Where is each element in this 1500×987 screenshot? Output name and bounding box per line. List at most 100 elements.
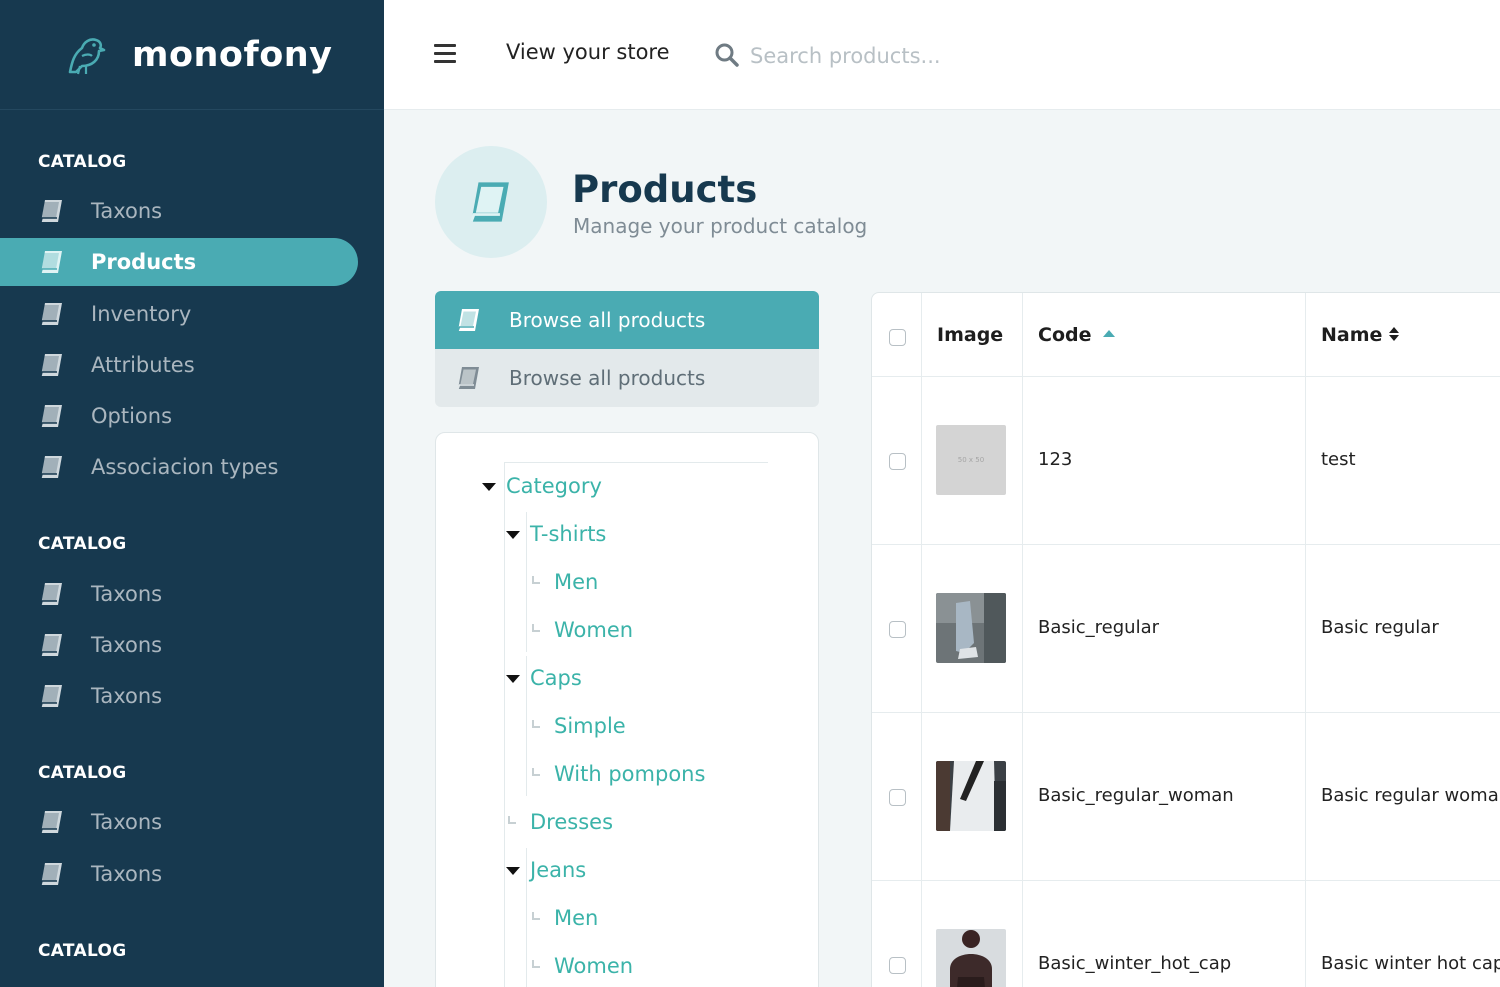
sidebar-section-title: CATALOG	[38, 941, 127, 961]
column-divider	[921, 293, 922, 987]
view-store-link[interactable]: View your store	[506, 40, 670, 64]
sidebar-item-label: Products	[91, 250, 197, 274]
column-divider	[1022, 293, 1023, 987]
sidebar-item-taxons[interactable]: Taxons	[0, 672, 358, 720]
browse-all-products-button[interactable]: Browse all products	[435, 349, 819, 407]
sidebar-item-label: Taxons	[91, 199, 163, 223]
sidebar-item-label: Options	[91, 404, 173, 428]
book-icon	[40, 863, 62, 886]
sidebar: monofony CATALOG Taxons Products Invento…	[0, 0, 384, 987]
column-header-name[interactable]: Name	[1321, 324, 1400, 346]
book-icon	[457, 309, 479, 332]
brand[interactable]: monofony	[0, 0, 384, 110]
product-image	[936, 929, 1006, 987]
row-divider	[872, 712, 1500, 713]
product-name: Basic regular woman	[1321, 785, 1500, 806]
search-input[interactable]	[750, 36, 1050, 76]
sidebar-item-label: Taxons	[91, 582, 163, 606]
book-icon	[40, 251, 62, 274]
caret-down-icon[interactable]	[506, 867, 520, 875]
tree-elbow-icon	[532, 576, 540, 584]
select-all-checkbox[interactable]	[889, 329, 906, 346]
column-divider	[1305, 293, 1306, 987]
tree-guide-line	[526, 656, 527, 796]
row-checkbox[interactable]	[889, 789, 906, 806]
caret-down-icon[interactable]	[506, 675, 520, 683]
tree-node-men[interactable]: Men	[554, 570, 598, 594]
sidebar-item-label: Associacion types	[91, 455, 279, 479]
sidebar-item-label: Taxons	[91, 810, 163, 834]
tree-node-simple[interactable]: Simple	[554, 714, 626, 738]
book-icon	[40, 456, 62, 479]
placeholder-label: 50 x 50	[957, 456, 985, 464]
taxon-tree	[435, 432, 819, 987]
column-header-image: Image	[937, 324, 1004, 346]
book-icon	[470, 182, 509, 223]
sidebar-item-taxons[interactable]: Taxons	[0, 798, 358, 846]
hamburger-menu-icon[interactable]	[434, 44, 456, 64]
book-icon	[40, 200, 62, 223]
tree-node-category[interactable]: Category	[506, 474, 602, 498]
book-icon	[40, 634, 62, 657]
tree-node-dresses[interactable]: Dresses	[530, 810, 613, 834]
row-checkbox[interactable]	[889, 453, 906, 470]
product-name: test	[1321, 449, 1356, 470]
sidebar-item-label: Inventory	[91, 302, 192, 326]
book-icon	[40, 685, 62, 708]
product-image-placeholder: 50 x 50	[936, 425, 1006, 495]
tree-node-jeans[interactable]: Jeans	[530, 858, 586, 882]
tree-elbow-icon	[508, 816, 516, 824]
product-code: Basic_regular	[1038, 617, 1159, 638]
sidebar-item-association-types[interactable]: Associacion types	[0, 443, 358, 491]
sidebar-item-options[interactable]: Options	[0, 392, 358, 440]
column-header-code[interactable]: Code	[1038, 324, 1116, 346]
book-icon	[457, 367, 479, 390]
sidebar-section-title: CATALOG	[38, 152, 127, 172]
tree-elbow-icon	[532, 960, 540, 968]
sidebar-item-attributes[interactable]: Attributes	[0, 341, 358, 389]
caret-down-icon[interactable]	[506, 531, 520, 539]
column-header-label: Code	[1038, 324, 1092, 346]
sort-icon	[1389, 326, 1400, 341]
sidebar-item-taxons[interactable]: Taxons	[0, 850, 358, 898]
brand-name: monofony	[132, 34, 333, 75]
row-checkbox[interactable]	[889, 621, 906, 638]
sidebar-item-taxons[interactable]: Taxons	[0, 621, 358, 669]
tree-guide-line	[504, 462, 505, 987]
sort-ascending-icon	[1103, 330, 1116, 337]
book-icon	[40, 303, 62, 326]
caret-down-icon[interactable]	[482, 483, 496, 491]
tree-elbow-icon	[532, 720, 540, 728]
row-checkbox[interactable]	[889, 957, 906, 974]
sidebar-item-taxons[interactable]: Taxons	[0, 570, 358, 618]
product-code: 123	[1038, 449, 1073, 470]
search-icon	[715, 43, 739, 67]
sidebar-item-taxons[interactable]: Taxons	[0, 187, 358, 235]
tree-node-women[interactable]: Women	[554, 618, 633, 642]
tree-node-men[interactable]: Men	[554, 906, 598, 930]
browse-item-label: Browse all products	[509, 366, 706, 390]
page-header-icon	[435, 146, 547, 258]
book-icon	[40, 405, 62, 428]
page-title: Products	[572, 168, 758, 211]
bird-logo-icon	[68, 37, 106, 74]
tree-node-women[interactable]: Women	[554, 954, 633, 978]
tree-guide-line	[526, 512, 527, 652]
browse-menu: Browse all products Browse all products	[435, 291, 819, 407]
tree-node-t-shirts[interactable]: T-shirts	[530, 522, 606, 546]
sidebar-item-inventory[interactable]: Inventory	[0, 290, 358, 338]
sidebar-item-label: Taxons	[91, 633, 163, 657]
column-header-label: Name	[1321, 324, 1383, 346]
product-code: Basic_winter_hot_cap	[1038, 953, 1232, 974]
topbar: View your store	[384, 0, 1500, 110]
sidebar-item-label: Attributes	[91, 353, 195, 377]
book-icon	[40, 354, 62, 377]
tree-node-with-pompons[interactable]: With pompons	[554, 762, 705, 786]
product-image	[936, 761, 1006, 831]
sidebar-item-products[interactable]: Products	[0, 238, 358, 286]
product-code: Basic_regular_woman	[1038, 785, 1234, 806]
row-divider	[872, 376, 1500, 377]
browse-all-products-button[interactable]: Browse all products	[435, 291, 819, 349]
row-divider	[872, 544, 1500, 545]
tree-node-caps[interactable]: Caps	[530, 666, 582, 690]
